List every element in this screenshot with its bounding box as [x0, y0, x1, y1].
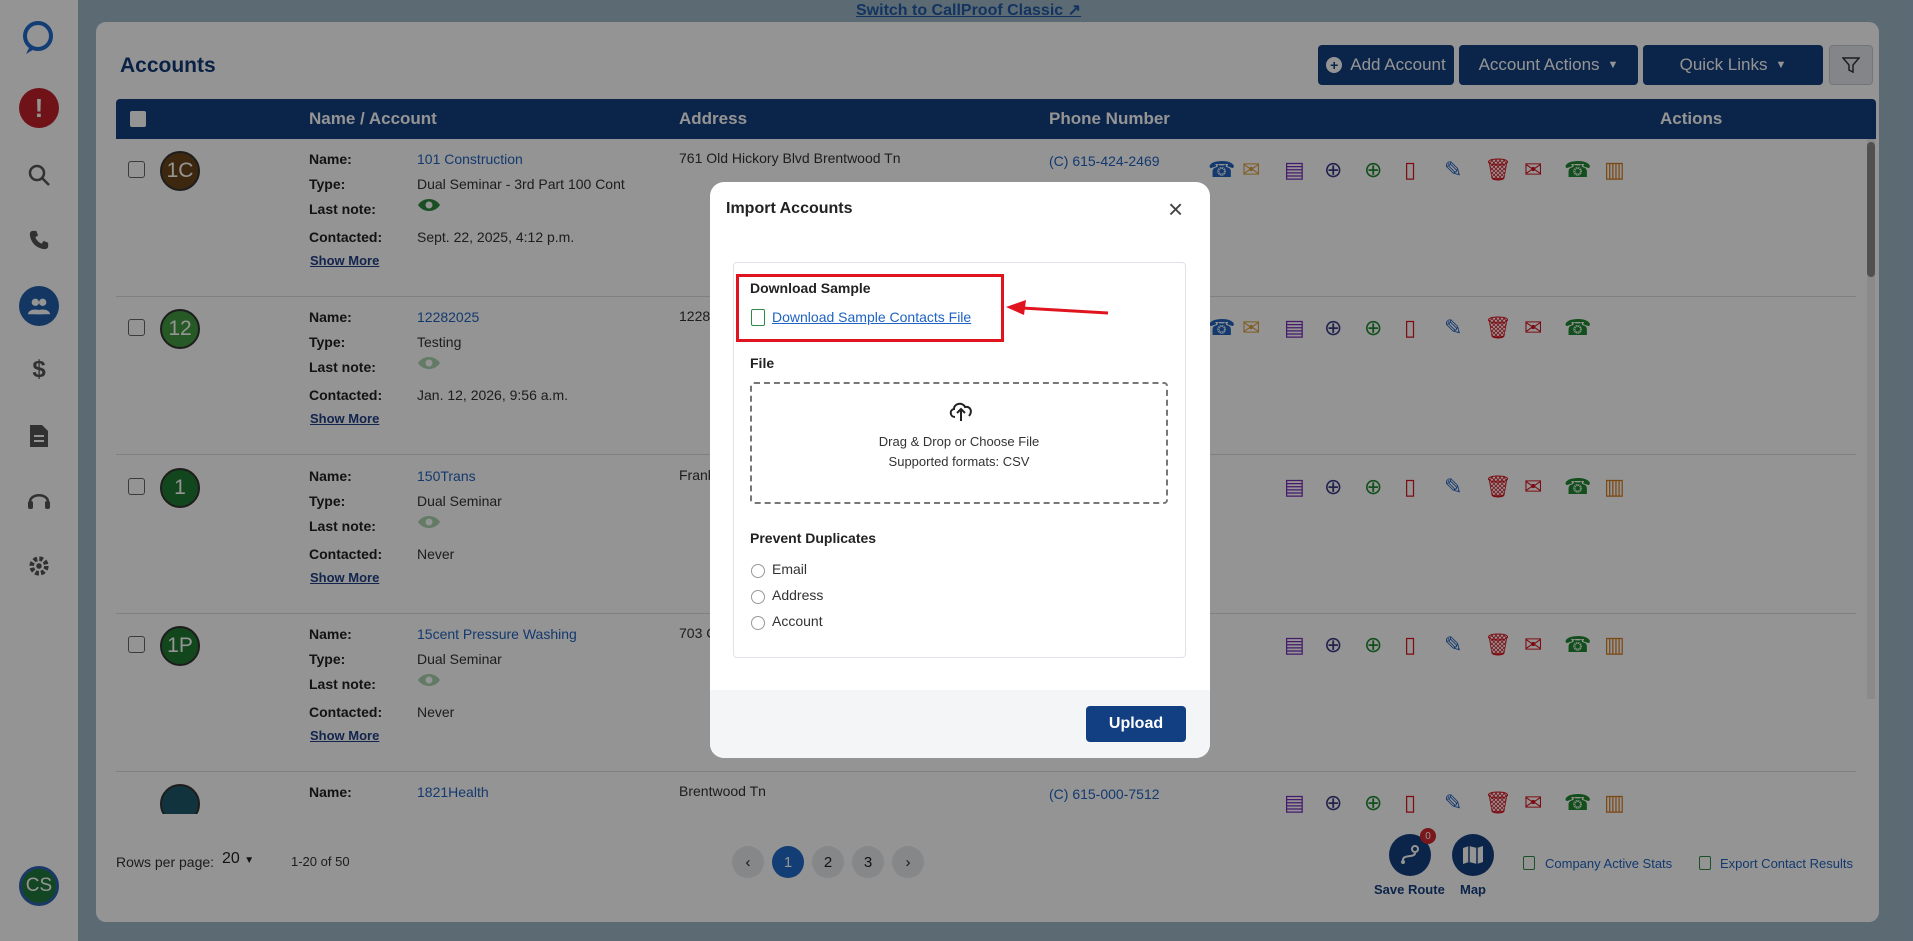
dropzone-text: Drag & Drop or Choose File [878, 434, 1040, 449]
radio-address-label[interactable]: Address [772, 587, 823, 603]
modal-title: Import Accounts [726, 200, 853, 217]
modal-footer: Upload [710, 690, 1210, 758]
radio-email-label[interactable]: Email [772, 561, 807, 577]
radio-account-label[interactable]: Account [772, 613, 823, 629]
supported-formats-text: Supported formats: CSV [888, 454, 1030, 469]
radio-email[interactable] [751, 564, 765, 578]
annotation-arrow-icon [1006, 300, 1109, 315]
import-accounts-modal: Import Accounts × Download Sample Downlo… [710, 182, 1210, 758]
file-dropzone[interactable]: Drag & Drop or Choose File Supported for… [750, 382, 1168, 504]
file-title: File [750, 355, 775, 371]
prevent-duplicates-title: Prevent Duplicates [750, 530, 877, 546]
radio-address[interactable] [751, 590, 765, 604]
radio-account[interactable] [751, 616, 765, 630]
upload-button[interactable]: Upload [1086, 706, 1186, 742]
cloud-upload-icon [949, 402, 972, 421]
close-icon[interactable]: × [1168, 196, 1183, 222]
highlight-box [736, 274, 1004, 342]
